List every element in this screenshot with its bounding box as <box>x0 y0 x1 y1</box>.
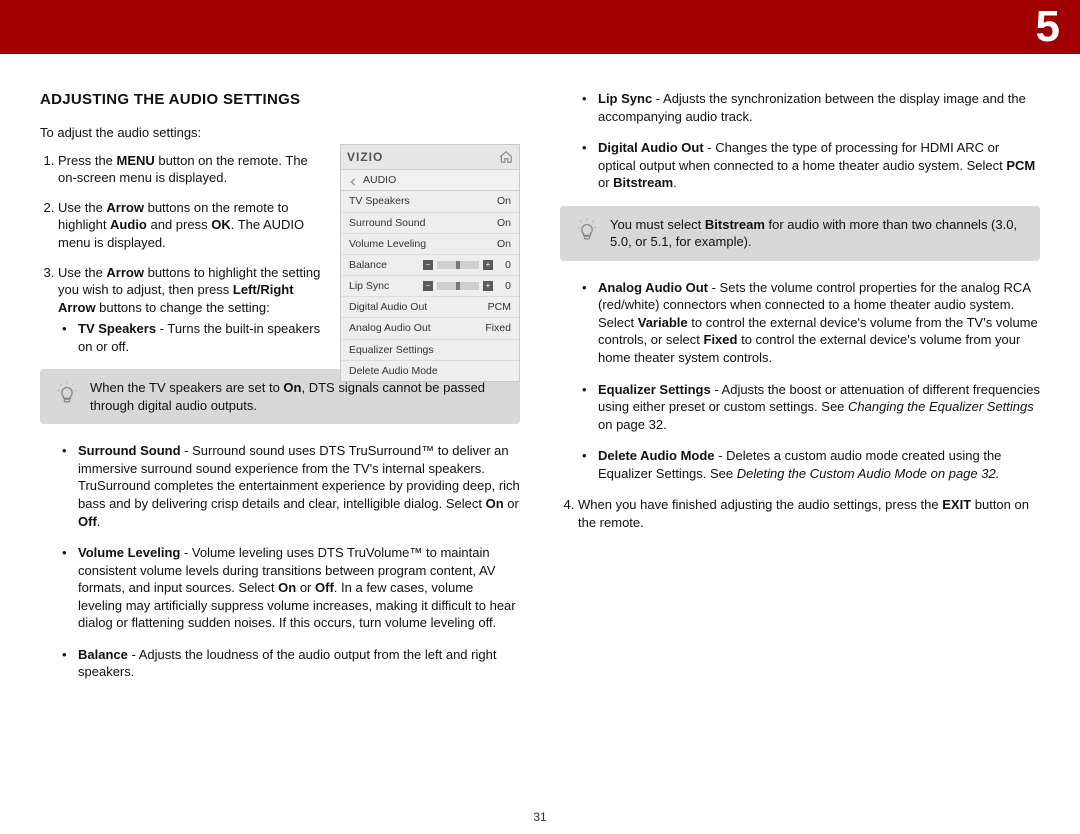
osd-header: VIZIO <box>341 145 519 170</box>
page: 5 ADJUSTING THE AUDIO SETTINGS To adjust… <box>0 0 1080 834</box>
item-equalizer-settings: Equalizer Settings - Adjusts the boost o… <box>596 381 1040 434</box>
osd-row-label: TV Speakers <box>349 194 410 208</box>
lightbulb-icon <box>574 218 600 244</box>
step-3: Use the Arrow buttons to highlight the s… <box>58 264 330 356</box>
osd-row-value: Fixed <box>485 321 511 335</box>
osd-row: Equalizer Settings <box>341 340 519 361</box>
osd-row: TV Speakers On <box>341 191 519 212</box>
tip-bitstream: You must select Bitstream for audio with… <box>560 206 1040 261</box>
home-icon <box>499 150 513 164</box>
back-icon <box>349 176 357 184</box>
item-delete-audio-mode: Delete Audio Mode - Deletes a custom aud… <box>596 447 1040 482</box>
right-column: Lip Sync - Adjusts the synchronization b… <box>560 90 1040 695</box>
intro-text: To adjust the audio settings: <box>40 124 330 142</box>
osd-row-value: On <box>497 237 511 251</box>
osd-title: AUDIO <box>363 173 396 187</box>
item-lip-sync: Lip Sync - Adjusts the synchronization b… <box>596 90 1040 125</box>
osd-row-label: Volume Leveling <box>349 237 426 251</box>
osd-row-label: Equalizer Settings <box>349 343 434 357</box>
osd-row: Lip Sync − +0 <box>341 276 519 297</box>
osd-row: Digital Audio Out PCM <box>341 297 519 318</box>
osd-row-value: On <box>497 194 511 208</box>
header-bar: 5 <box>0 0 1080 54</box>
tip-text: When the TV speakers are set to On, DTS … <box>90 379 506 414</box>
content-columns: ADJUSTING THE AUDIO SETTINGS To adjust t… <box>40 90 1040 695</box>
step-1: Press the MENU button on the remote. The… <box>58 152 330 187</box>
lightbulb-icon <box>54 381 80 407</box>
osd-slider: − +0 <box>423 279 511 293</box>
step-4: When you have finished adjusting the aud… <box>578 496 1040 531</box>
section-heading: ADJUSTING THE AUDIO SETTINGS <box>40 90 520 110</box>
osd-row: Volume Leveling On <box>341 234 519 255</box>
item-analog-audio-out: Analog Audio Out - Sets the volume contr… <box>596 279 1040 367</box>
osd-menu-mockup: VIZIO AUDIO TV Speakers On Surround Sound O… <box>340 144 520 382</box>
steps-list: Press the MENU button on the remote. The… <box>40 152 330 355</box>
minus-icon: − <box>423 260 433 270</box>
slider-track <box>437 282 479 290</box>
osd-row-value: PCM <box>488 300 511 314</box>
osd-row-value: On <box>497 216 511 230</box>
step-2: Use the Arrow buttons on the remote to h… <box>58 199 330 252</box>
item-tv-speakers: TV Speakers - Turns the built-in speaker… <box>76 320 330 355</box>
osd-row-label: Analog Audio Out <box>349 321 431 335</box>
tip-text: You must select Bitstream for audio with… <box>610 216 1026 251</box>
page-number: 31 <box>0 810 1080 824</box>
osd-row-label: Digital Audio Out <box>349 300 427 314</box>
osd-row-value: 0 <box>497 279 511 293</box>
osd-row: Analog Audio Out Fixed <box>341 318 519 339</box>
plus-icon: + <box>483 260 493 270</box>
osd-row-label: Lip Sync <box>349 279 389 293</box>
slider-track <box>437 261 479 269</box>
plus-icon: + <box>483 281 493 291</box>
item-digital-audio-out: Digital Audio Out - Changes the type of … <box>596 139 1040 192</box>
vizio-logo: VIZIO <box>347 149 383 165</box>
osd-row: Balance − +0 <box>341 255 519 276</box>
osd-breadcrumb: AUDIO <box>341 170 519 191</box>
left-column: ADJUSTING THE AUDIO SETTINGS To adjust t… <box>40 90 520 695</box>
item-surround-sound: Surround Sound - Surround sound uses DTS… <box>76 442 520 530</box>
osd-row: Surround Sound On <box>341 213 519 234</box>
chapter-number: 5 <box>1036 0 1060 54</box>
osd-row-label: Balance <box>349 258 387 272</box>
osd-row-value: 0 <box>497 258 511 272</box>
item-balance: Balance - Adjusts the loudness of the au… <box>76 646 520 681</box>
item-volume-leveling: Volume Leveling - Volume leveling uses D… <box>76 544 520 632</box>
osd-row-label: Delete Audio Mode <box>349 364 438 378</box>
osd-row: Delete Audio Mode <box>341 361 519 381</box>
osd-slider: − +0 <box>423 258 511 272</box>
osd-row-label: Surround Sound <box>349 216 425 230</box>
minus-icon: − <box>423 281 433 291</box>
